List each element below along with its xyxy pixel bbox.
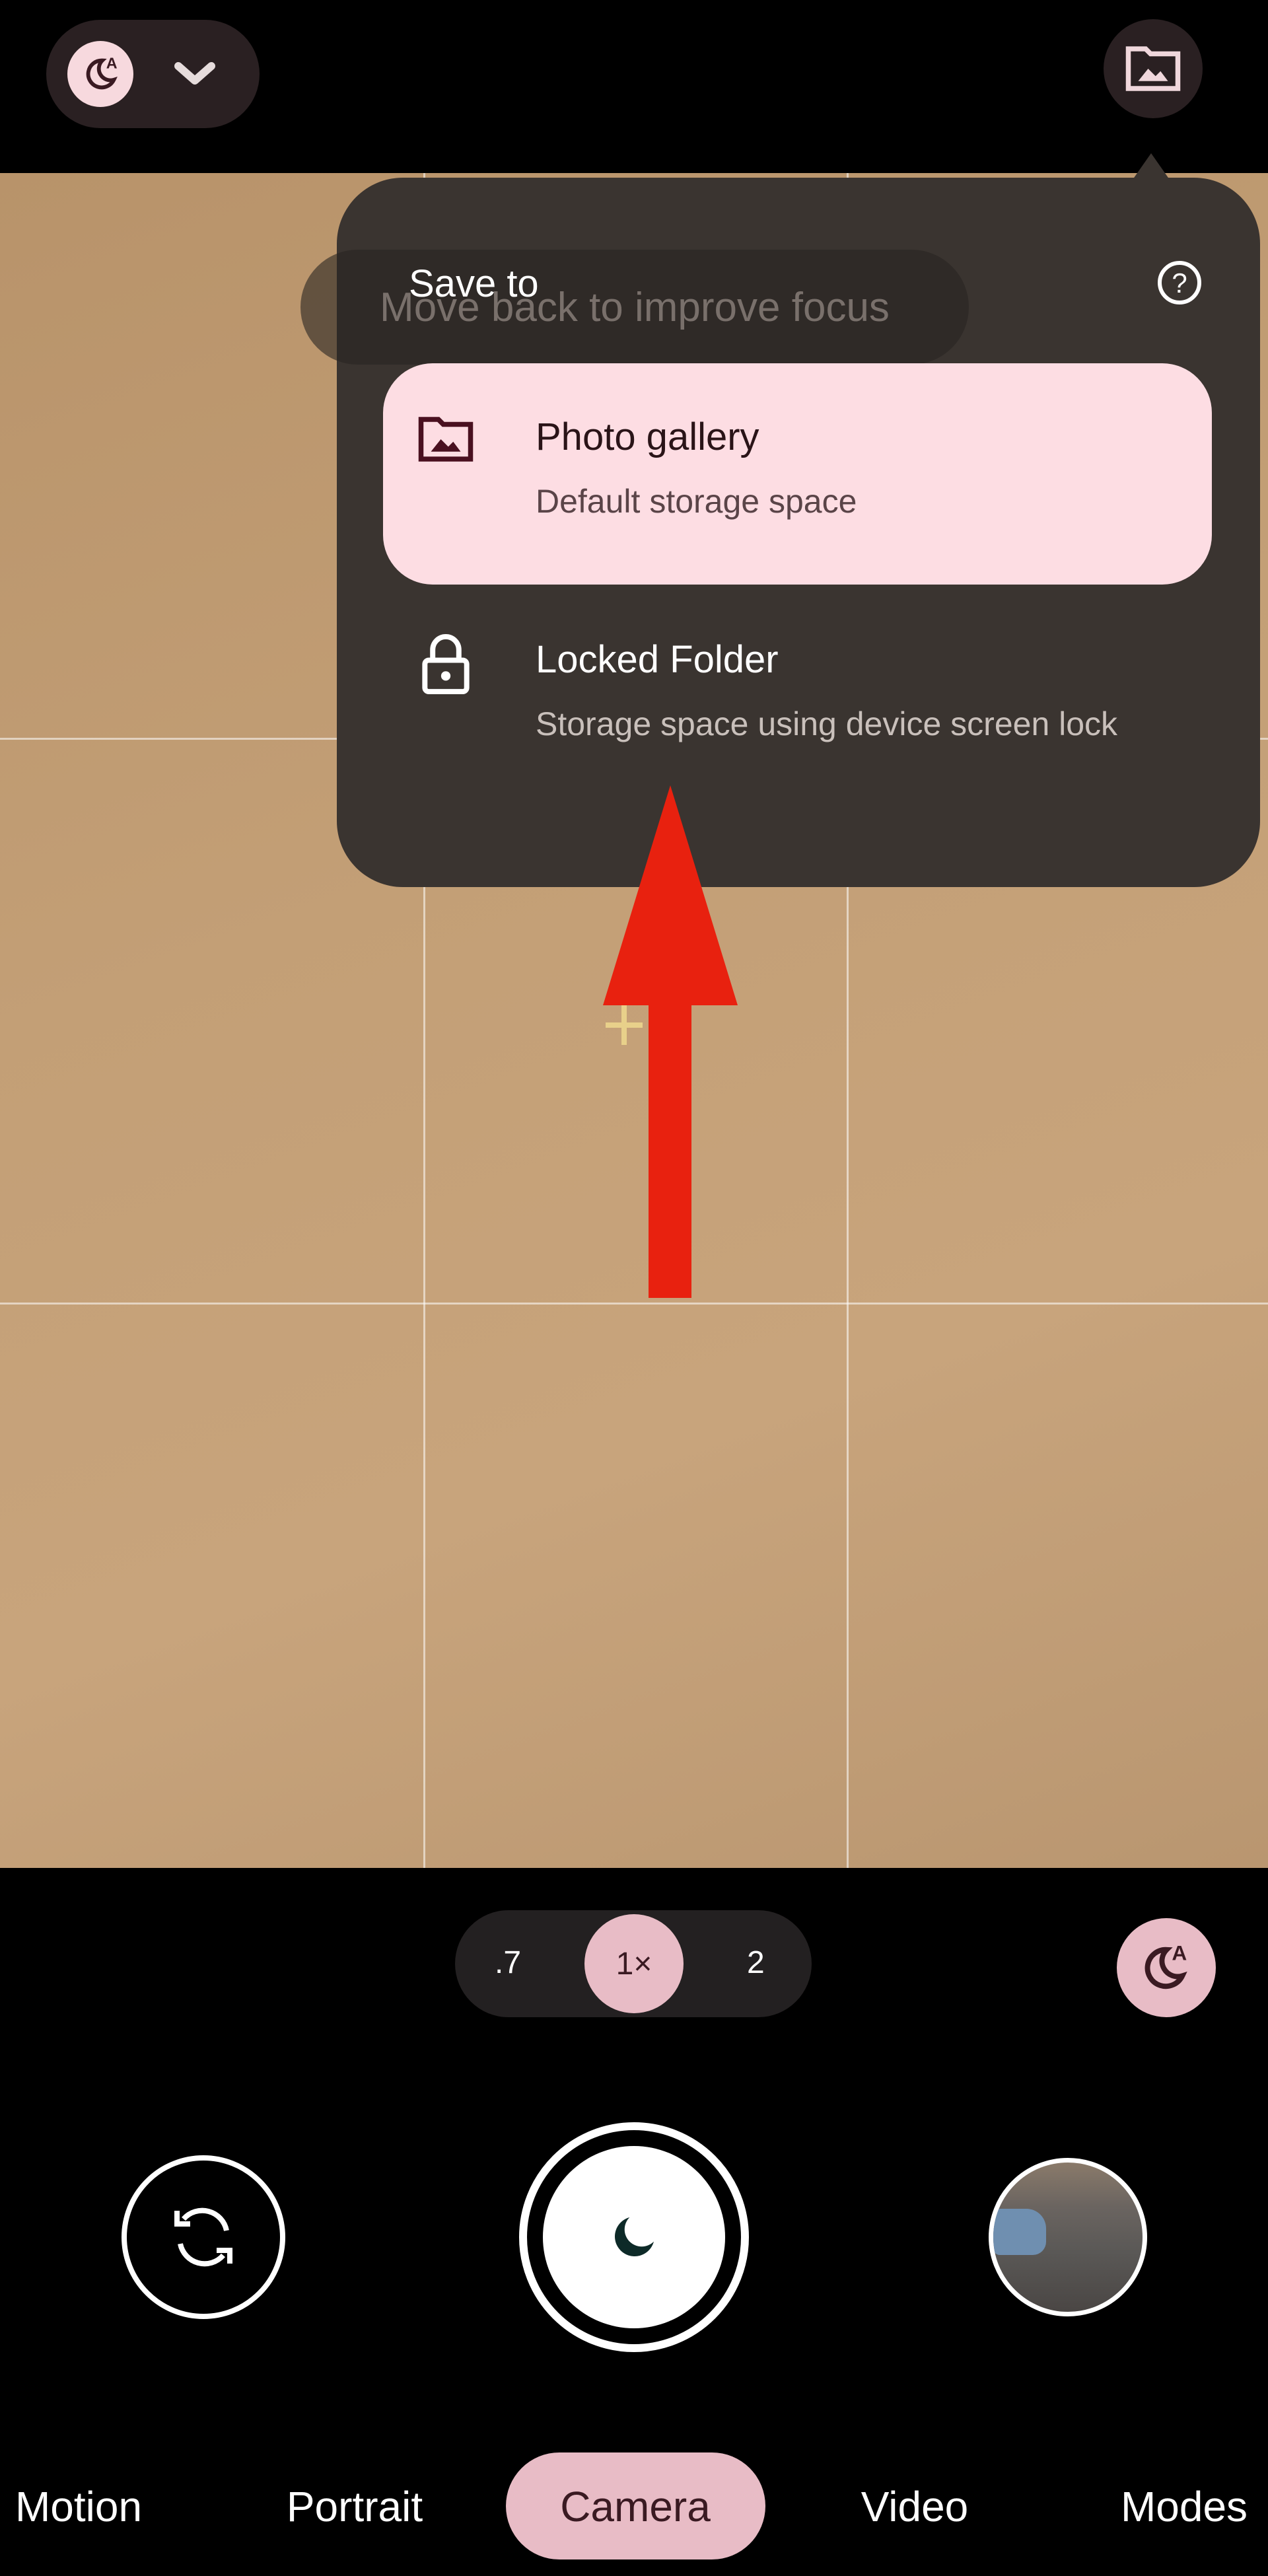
- night-moon-icon: [614, 2217, 654, 2257]
- chevron-down-icon: [174, 62, 215, 85]
- save-location-button[interactable]: [1104, 19, 1203, 118]
- option-title: Photo gallery: [536, 415, 759, 458]
- night-mode-selector[interactable]: A: [46, 20, 260, 128]
- option-title: Locked Folder: [536, 638, 779, 681]
- folder-image-icon: [1125, 46, 1181, 91]
- thumbnail-car: [993, 2209, 1046, 2255]
- night-auto-icon: A: [1145, 1941, 1187, 1989]
- option-locked-folder[interactable]: Locked Folder Storage space using device…: [383, 601, 1212, 812]
- switch-camera-button[interactable]: [122, 2155, 285, 2319]
- folder-image-icon: [418, 417, 474, 462]
- mode-motion[interactable]: Motion: [15, 2470, 142, 2543]
- zoom-selector: .7 1× 2: [455, 1910, 812, 2017]
- switch-camera-icon: [174, 2207, 232, 2267]
- grid-line: [0, 1303, 1268, 1305]
- zoom-option[interactable]: .7: [495, 1945, 521, 1981]
- mode-portrait[interactable]: Portrait: [287, 2470, 423, 2543]
- night-auto-icon: A: [67, 41, 133, 107]
- popup-pointer: [1133, 153, 1170, 180]
- lock-icon: [422, 634, 470, 695]
- mode-camera[interactable]: Camera: [560, 2470, 711, 2543]
- shutter-button[interactable]: [519, 2122, 749, 2352]
- menu-title: Save to: [409, 262, 539, 305]
- option-subtitle: Storage space using device screen lock: [536, 705, 1118, 742]
- mode-modes[interactable]: Modes: [1121, 2470, 1248, 2543]
- gallery-thumbnail[interactable]: [989, 2158, 1147, 2316]
- mode-video[interactable]: Video: [861, 2470, 969, 2543]
- help-circle-icon[interactable]: ?: [1156, 259, 1203, 306]
- zoom-option-selected[interactable]: 1×: [584, 1914, 684, 2013]
- option-subtitle: Default storage space: [536, 483, 857, 520]
- focus-hint-toast: Move back to improve focus: [300, 250, 969, 365]
- annotation-arrow: [603, 785, 738, 1298]
- option-photo-gallery[interactable]: Photo gallery Default storage space: [383, 363, 1212, 585]
- zoom-option[interactable]: 2: [747, 1945, 765, 1981]
- svg-text:A: A: [1172, 1941, 1187, 1964]
- svg-text:?: ?: [1172, 268, 1187, 299]
- svg-text:A: A: [106, 54, 118, 71]
- shutter-inner: [543, 2146, 725, 2328]
- night-mode-button[interactable]: A: [1117, 1918, 1216, 2017]
